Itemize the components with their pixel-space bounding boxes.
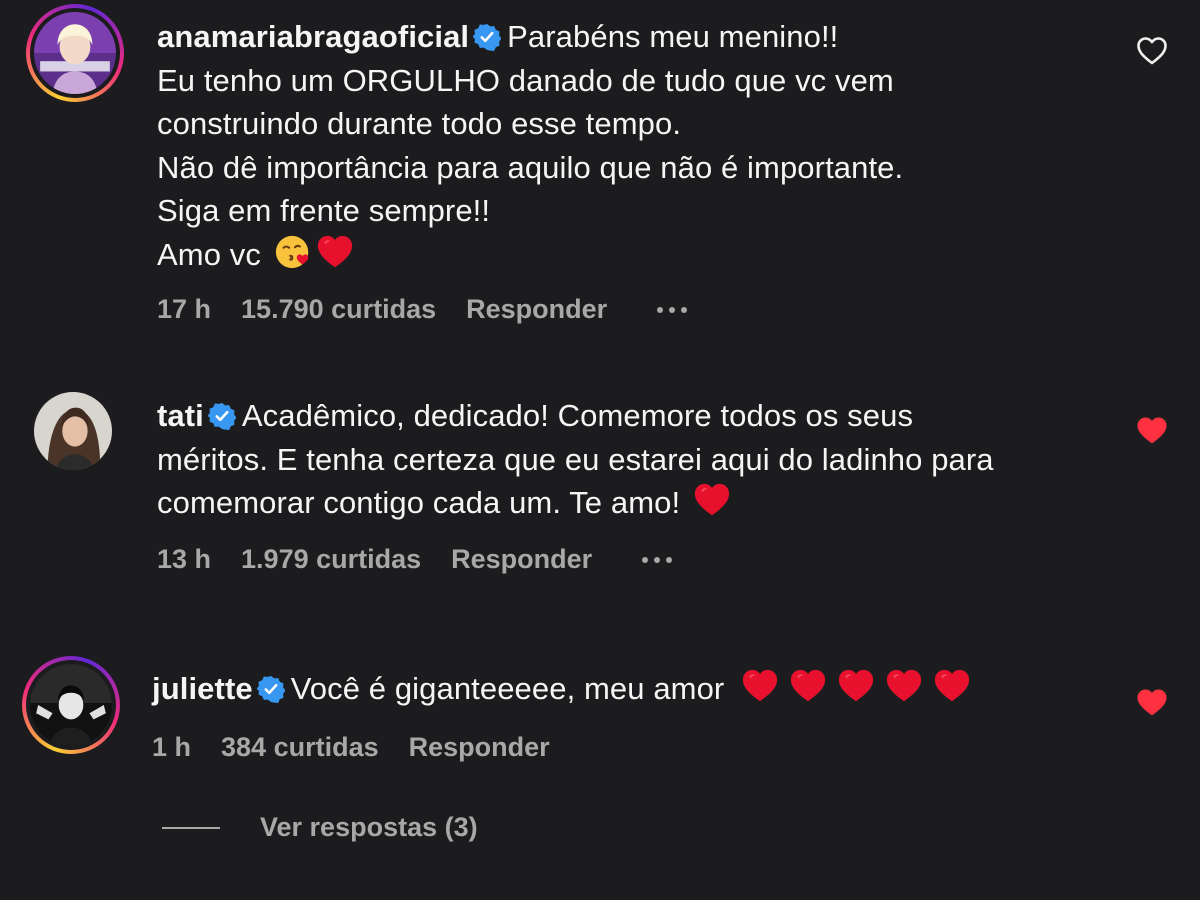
comment-time: 13 h <box>157 544 212 574</box>
verified-badge-icon <box>257 675 285 703</box>
comment-likes-count[interactable]: 15.790 curtidas <box>241 294 436 325</box>
view-replies-label: Ver respostas (3) <box>260 812 478 842</box>
kissing-face-with-heart-emoji <box>274 233 312 271</box>
reply-button[interactable]: Responder <box>409 732 550 763</box>
comment-text-line: construindo durante todo esse tempo. <box>157 106 682 141</box>
comment-meta: 17 h 15.790 curtidas Responder <box>157 294 688 325</box>
red-heart-emoji <box>885 667 923 705</box>
comment-item: tati Acadêmico, dedicado! Comemore todos … <box>0 380 1200 600</box>
avatar-story-ring[interactable] <box>34 392 112 470</box>
verified-badge-icon <box>208 402 236 430</box>
red-heart-emoji <box>693 481 731 519</box>
comment-time: 17 h <box>157 294 212 324</box>
comment-first-line: tati Acadêmico, dedicado! Comemore todos … <box>157 394 994 438</box>
comment-likes-count[interactable]: 384 curtidas <box>221 732 379 763</box>
like-heart-outline-icon[interactable] <box>1136 36 1168 66</box>
comment-text-line: Você é giganteeeee, meu amor <box>290 671 725 706</box>
comment-last-line: Amo vc <box>157 233 903 277</box>
comment-first-line: anamariabragaoficial Parabéns meu menino!… <box>157 15 903 59</box>
comment-meta: 13 h 1.979 curtidas Responder <box>157 544 673 575</box>
red-heart-emoji <box>933 667 971 705</box>
red-heart-emoji <box>837 667 875 705</box>
more-options-icon[interactable] <box>642 556 673 563</box>
comment-time: 1 h <box>152 732 192 762</box>
more-options-icon[interactable] <box>657 306 688 313</box>
comment-text-line: Siga em frente sempre!! <box>157 193 491 228</box>
comment-last-line: comemorar contigo cada um. Te amo! <box>157 481 994 525</box>
red-heart-emoji <box>316 233 354 271</box>
comment-text-line: Amo vc <box>157 236 261 272</box>
like-heart-filled-icon[interactable] <box>1136 416 1168 446</box>
avatar <box>34 392 112 470</box>
reply-button[interactable]: Responder <box>466 294 607 325</box>
comment-username[interactable]: juliette <box>152 671 253 706</box>
red-heart-emoji <box>741 667 779 705</box>
comment-first-line: juliette Você é giganteeeee, meu amor <box>152 667 971 711</box>
reply-button[interactable]: Responder <box>451 544 592 575</box>
comment-username[interactable]: tati <box>157 398 204 433</box>
replies-divider-line <box>162 826 220 829</box>
comment-text-line: comemorar contigo cada um. Te amo! <box>157 485 681 520</box>
comment-meta: 1 h 384 curtidas Responder <box>152 732 600 763</box>
comment-item: anamariabragaoficial Parabéns meu menino!… <box>0 0 1200 360</box>
like-heart-filled-icon[interactable] <box>1136 688 1168 718</box>
red-heart-emoji <box>789 667 827 705</box>
comment-username[interactable]: anamariabragaoficial <box>157 19 469 54</box>
comment-text-line: Eu tenho um ORGULHO danado de tudo que v… <box>157 62 894 98</box>
comment-text-line: Parabéns meu menino!! <box>507 19 839 54</box>
avatar-story-ring[interactable] <box>26 4 124 102</box>
avatar <box>34 12 116 94</box>
comment-likes-count[interactable]: 1.979 curtidas <box>241 544 421 575</box>
comment-text-line: Não dê importância para aquilo que não é… <box>157 149 904 185</box>
view-replies-button[interactable]: Ver respostas (3) <box>162 812 478 843</box>
avatar-story-ring[interactable] <box>22 656 120 754</box>
avatar <box>30 664 112 746</box>
comment-text-line: Acadêmico, dedicado! Comemore todos os s… <box>241 398 914 433</box>
verified-badge-icon <box>473 23 501 51</box>
comment-item: juliette Você é giganteeeee, meu amor 1 h… <box>0 650 1200 780</box>
comment-text-line: méritos. E tenha certeza que eu estarei … <box>157 441 994 477</box>
